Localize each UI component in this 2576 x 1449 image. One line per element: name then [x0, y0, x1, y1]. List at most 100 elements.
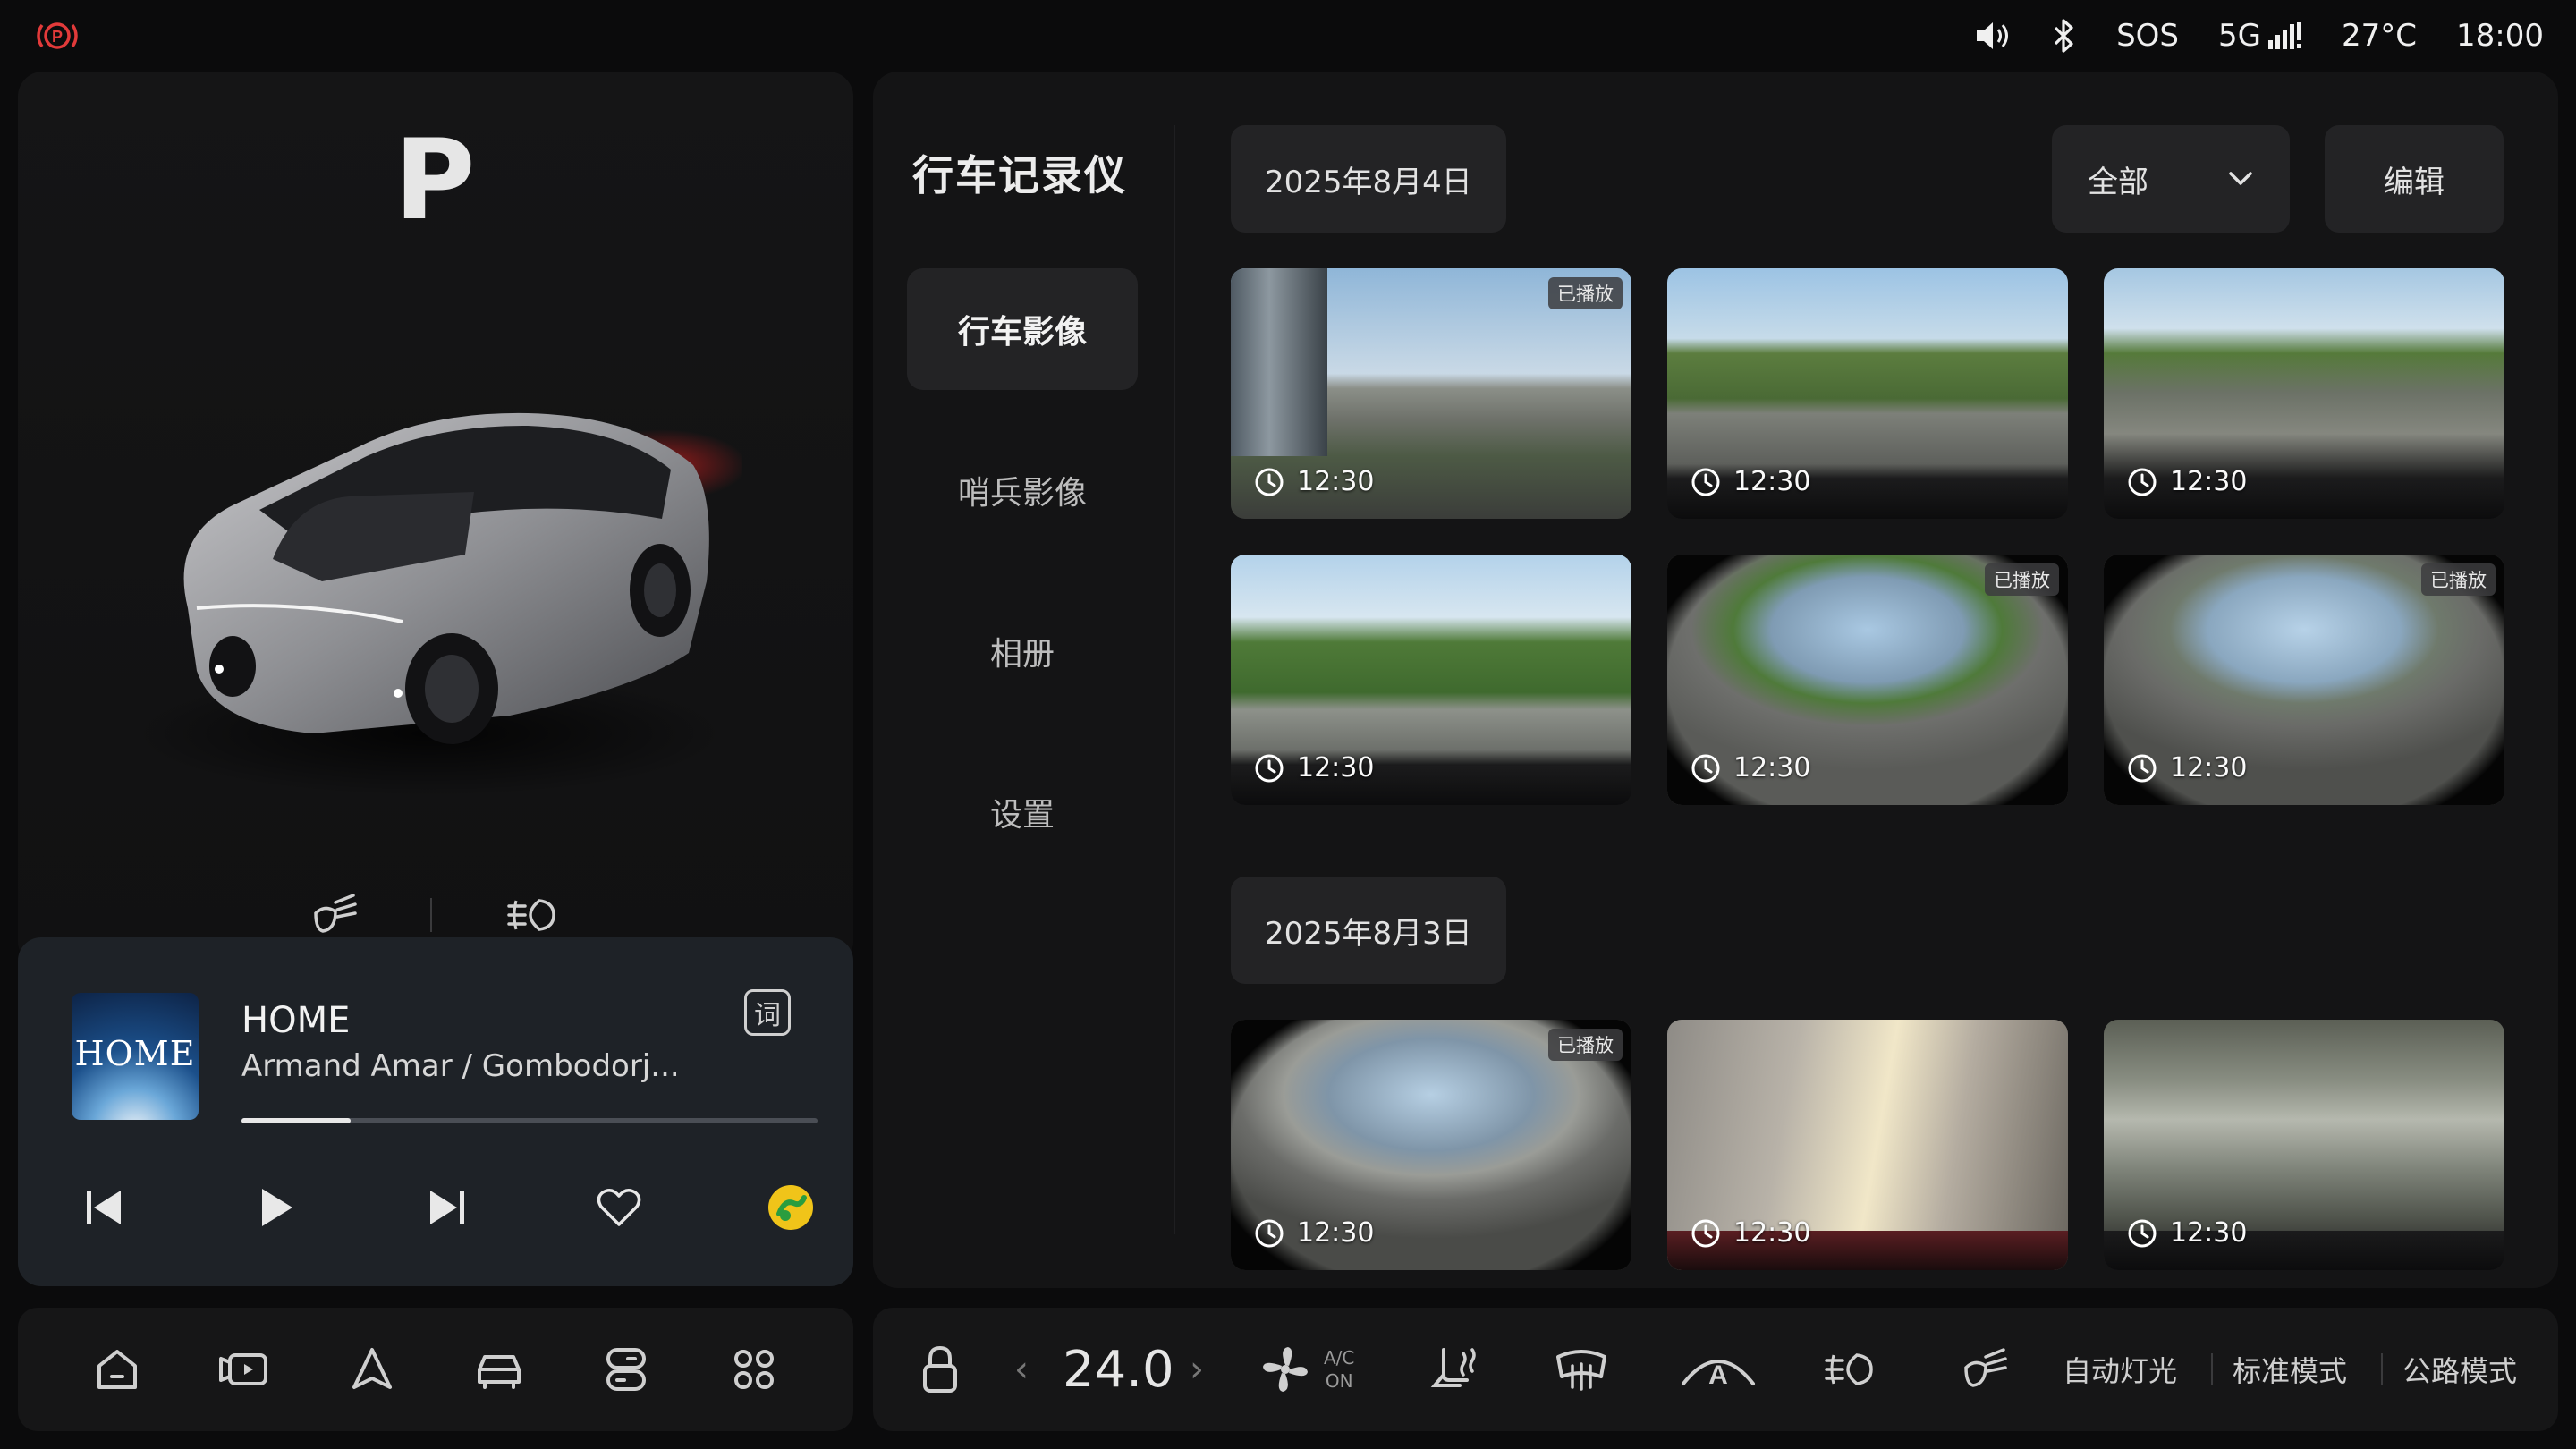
outside-temperature: 27°C	[2342, 18, 2418, 54]
clock-icon	[2128, 468, 2157, 496]
video-clip[interactable]: 已播放 12:30	[2104, 555, 2504, 805]
date-header: 2025年8月3日	[1231, 877, 1506, 984]
front-defrost-button[interactable]: A	[1678, 1308, 1758, 1431]
playback-progress-fill	[242, 1118, 352, 1123]
video-clip[interactable]: 12:30	[1231, 555, 1631, 805]
drive-mode-button[interactable]: 标准模式	[2233, 1308, 2347, 1431]
clock-icon	[1691, 754, 1720, 782]
clip-time: 12:30	[1254, 752, 1374, 784]
seat-heat-icon	[1430, 1348, 1476, 1387]
mode-divider	[2211, 1308, 2213, 1431]
navigation-icon	[352, 1348, 392, 1389]
signal-indicator: 5G	[2218, 18, 2302, 54]
fog-light-button[interactable]	[1821, 1308, 1884, 1431]
played-badge: 已播放	[2421, 564, 2496, 596]
clip-time-label: 12:30	[2170, 466, 2248, 497]
music-app-icon	[768, 1185, 813, 1230]
video-clip[interactable]: 12:30	[1667, 1020, 2068, 1270]
lyrics-button[interactable]: 词	[744, 989, 791, 1036]
played-badge: 已播放	[1548, 1029, 1623, 1061]
next-track-button[interactable]	[415, 1175, 479, 1240]
status-bar: P SOS 5G 27°C 18:00	[0, 0, 2576, 72]
apps-button[interactable]	[720, 1335, 788, 1403]
auto-defog-icon: A	[1682, 1360, 1755, 1390]
control-center-button[interactable]	[592, 1335, 660, 1403]
rear-defrost-button[interactable]	[1553, 1308, 1610, 1431]
clip-time-label: 12:30	[1733, 1217, 1811, 1249]
edit-button[interactable]: 编辑	[2325, 125, 2504, 233]
clock-icon	[1691, 468, 1720, 496]
low-beam-icon[interactable]	[305, 890, 359, 940]
car-model-image	[134, 412, 742, 796]
vehicle-panel: P	[18, 72, 853, 966]
music-player: HOME HOME Armand Amar / Gombodorj... 词	[18, 937, 853, 1286]
clip-time: 12:30	[1690, 1217, 1810, 1249]
play-icon	[262, 1189, 292, 1226]
video-clip[interactable]: 12:30	[1667, 268, 2068, 519]
low-beam-button[interactable]	[1955, 1308, 2009, 1431]
dashcam-button[interactable]	[210, 1335, 278, 1403]
fog-light-icon[interactable]	[504, 890, 566, 940]
heart-icon	[597, 1189, 641, 1226]
tab-album[interactable]: 相册	[907, 590, 1138, 712]
fog-light-icon	[1825, 1353, 1873, 1385]
bluetooth-icon[interactable]	[2052, 17, 2077, 55]
sos-label[interactable]: SOS	[2116, 18, 2179, 54]
playback-progress[interactable]	[242, 1118, 818, 1123]
clip-time-label: 12:30	[1733, 752, 1811, 784]
tab-settings[interactable]: 设置	[907, 751, 1138, 873]
home-button[interactable]	[83, 1335, 151, 1403]
clock-icon	[1691, 1219, 1720, 1247]
page-title: 行车记录仪	[912, 151, 1127, 199]
clip-time: 12:30	[2127, 1217, 2247, 1249]
clock-icon	[1255, 468, 1284, 496]
navigation-button[interactable]	[338, 1335, 406, 1403]
filter-dropdown[interactable]: 全部	[2052, 125, 2290, 233]
clip-time: 12:30	[1254, 466, 1374, 497]
tab-sentry-video[interactable]: 哨兵影像	[907, 429, 1138, 551]
clock-icon	[1255, 1219, 1284, 1247]
clock-icon	[2128, 1219, 2157, 1247]
clip-time: 12:30	[2127, 752, 2247, 784]
ac-button[interactable]: A/C ON	[1258, 1308, 1354, 1431]
song-artist: Armand Amar / Gombodorj...	[242, 1048, 680, 1084]
clip-time-label: 12:30	[1733, 466, 1811, 497]
clip-time-label: 12:30	[1297, 1217, 1375, 1249]
temp-increase-button[interactable]: ›	[1190, 1308, 1204, 1431]
defrost-icon	[1556, 1350, 1606, 1391]
video-clip[interactable]: 12:30	[2104, 268, 2504, 519]
playback-controls	[72, 1172, 823, 1243]
lock-button[interactable]	[918, 1308, 962, 1431]
clip-time-label: 12:30	[2170, 752, 2248, 784]
clip-time-label: 12:30	[1297, 466, 1375, 497]
temp-decrease-button[interactable]: ‹	[1014, 1308, 1029, 1431]
video-clip[interactable]: 已播放 12:30	[1667, 555, 2068, 805]
played-badge: 已播放	[1548, 277, 1623, 309]
volume-icon[interactable]	[1973, 18, 2012, 54]
seat-heat-button[interactable]	[1428, 1308, 1485, 1431]
lamp-divider	[430, 898, 432, 932]
favorite-button[interactable]	[587, 1175, 651, 1240]
video-clip[interactable]: 12:30	[2104, 1020, 2504, 1270]
signal-icon	[2268, 22, 2301, 49]
cabin-temperature: 24.0	[1063, 1340, 1174, 1399]
clip-grid: 已播放 12:30 12:30 12:30	[1231, 1020, 2504, 1270]
date-header: 2025年8月4日	[1231, 125, 1506, 233]
clip-time: 12:30	[1690, 752, 1810, 784]
album-cover[interactable]: HOME	[72, 993, 199, 1120]
album-cover-text: HOME	[74, 1034, 196, 1073]
video-clip[interactable]: 已播放 12:30	[1231, 1020, 1631, 1270]
tab-driving-video[interactable]: 行车影像	[907, 268, 1138, 390]
previous-track-button[interactable]	[72, 1175, 136, 1240]
svg-text:P: P	[52, 28, 63, 46]
video-clip[interactable]: 已播放 12:30	[1231, 268, 1631, 519]
signal-label: 5G	[2218, 18, 2261, 54]
auto-headlight-button[interactable]: 自动灯光	[2063, 1308, 2177, 1431]
toggle-icon	[606, 1348, 647, 1391]
ac-state: ON	[1325, 1370, 1353, 1392]
clock: 18:00	[2456, 18, 2544, 54]
play-button[interactable]	[243, 1175, 308, 1240]
suspension-mode-button[interactable]: 公路模式	[2402, 1308, 2517, 1431]
music-source-button[interactable]	[758, 1175, 823, 1240]
vehicle-button[interactable]	[465, 1335, 533, 1403]
